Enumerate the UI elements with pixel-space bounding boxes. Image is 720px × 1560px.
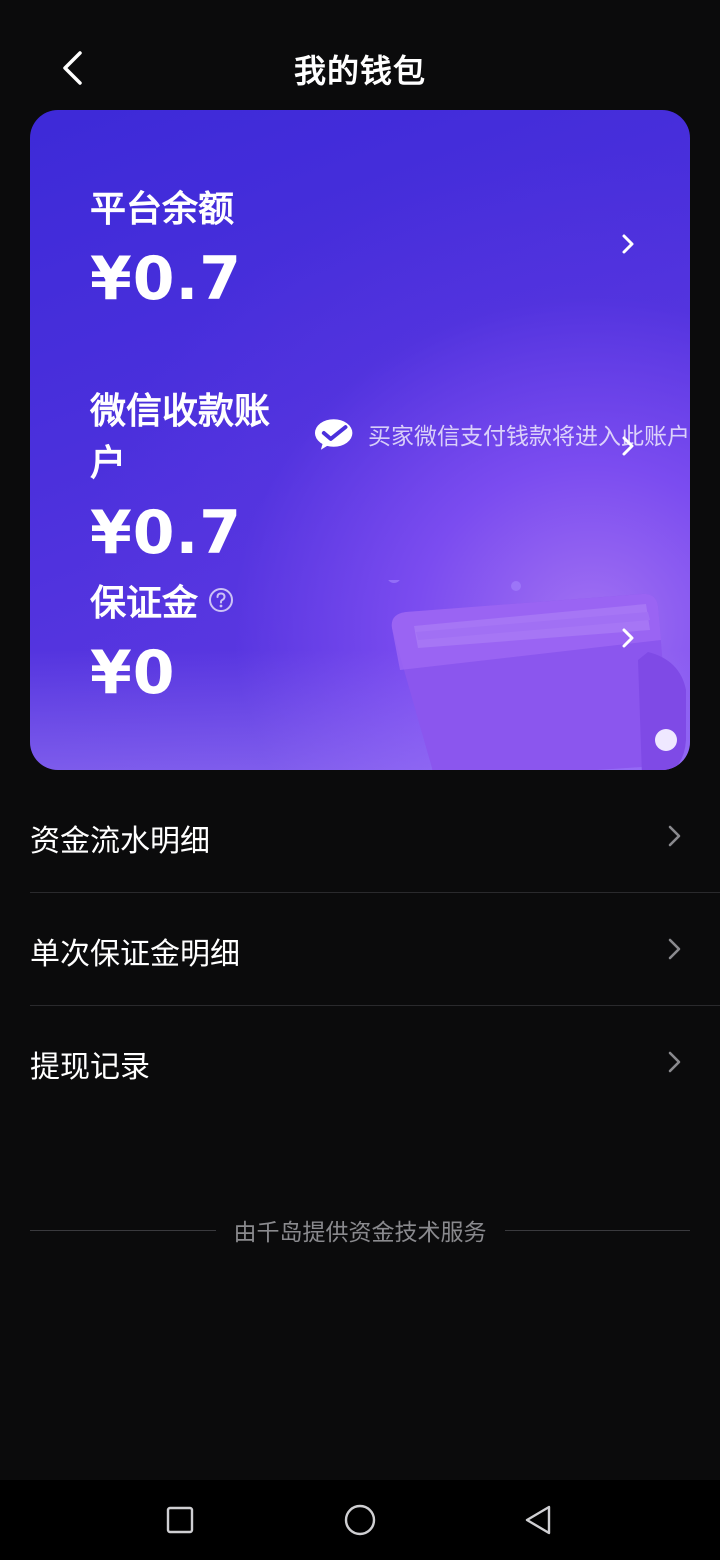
platform-balance-amount: ¥0.7 [90,244,243,314]
deposit-row: 保证金 [90,574,690,626]
chevron-right-icon[interactable] [616,232,640,256]
system-navigation-bar [0,1480,720,1560]
recent-apps-button[interactable] [160,1500,200,1540]
divider [504,1229,690,1231]
service-provider-text: 由千岛提供资金技术服务 [233,1220,487,1246]
home-button[interactable] [340,1500,380,1540]
deposit-amount: ¥0 [90,638,176,708]
deposit-section[interactable]: 保证金 ¥0 [90,574,690,708]
chevron-right-icon [668,938,681,960]
platform-balance-label: 平台余额 [90,189,235,230]
chevron-right-icon[interactable] [616,626,640,650]
menu-item-fund-flow[interactable]: 资金流水明细 [30,780,720,893]
square-icon [166,1506,194,1534]
deposit-label: 保证金 [90,583,199,624]
wechat-account-section[interactable]: 微信收款账户 买家微信支付钱款将进入此账户 ¥0.7 [90,382,690,568]
system-back-button[interactable] [518,1500,558,1540]
chevron-right-icon[interactable] [616,434,640,458]
menu-item-label: 提现记录 [30,1050,150,1085]
wechat-account-label: 微信收款账户 [90,391,271,484]
divider [30,1229,216,1231]
wechat-account-amount: ¥0.7 [90,498,243,568]
menu-item-withdraw-records[interactable]: 提现记录 [30,1006,720,1118]
menu-list: 资金流水明细 单次保证金明细 提现记录 [0,780,720,1118]
menu-item-label: 单次保证金明细 [30,937,240,972]
chevron-right-icon [668,1051,681,1073]
wechat-pay-icon [314,419,353,450]
menu-item-label: 资金流水明细 [30,824,210,859]
chevron-right-icon [668,825,681,847]
menu-item-single-deposit[interactable]: 单次保证金明细 [30,893,720,1006]
page-title: 我的钱包 [293,52,426,90]
wallet-card: 平台余额 ¥0.7 微信收款账户 买家微信支付钱款将进入此账户 ¥0.7 保证金 [30,110,690,770]
circle-icon [344,1504,376,1536]
platform-balance-section[interactable]: 平台余额 ¥0.7 [90,180,690,314]
question-circle-icon[interactable] [208,587,234,613]
service-provider-note: 由千岛提供资金技术服务 [30,1214,690,1246]
wechat-account-row: 微信收款账户 买家微信支付钱款将进入此账户 [90,382,690,486]
triangle-back-icon [525,1505,551,1535]
wechat-account-note: 买家微信支付钱款将进入此账户 [368,424,690,450]
